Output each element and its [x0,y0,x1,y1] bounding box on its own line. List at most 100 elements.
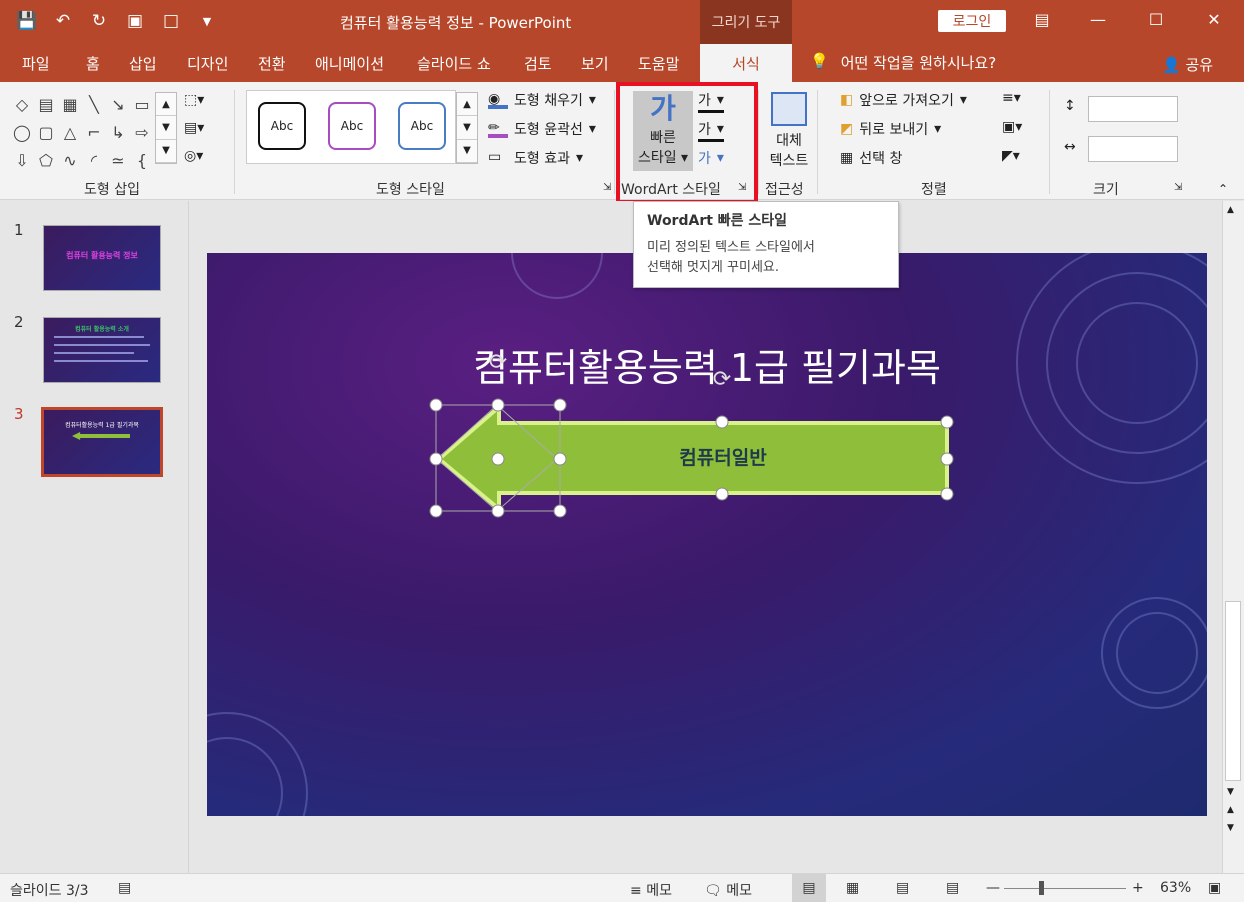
customize-qat-icon[interactable]: ▼ [196,10,218,32]
comments-button[interactable]: 🗨 메모 [704,880,752,900]
shape-width-input[interactable] [1088,136,1178,162]
zoom-level[interactable]: 63% [1160,880,1191,896]
shape-style-scroll[interactable]: ▲ ▼ ▼ [456,92,478,164]
presenter-icon[interactable]: ▣ [124,10,146,32]
tab-review[interactable]: 검토 [524,53,552,74]
close-icon[interactable]: ✕ [1202,10,1226,29]
triangle-shape-icon[interactable]: △ [58,120,82,144]
picture-icon [771,92,807,126]
rotate-icon[interactable]: ◤▾ [1002,148,1020,164]
divider [1049,90,1050,194]
edit-shape-icon[interactable]: ⬚▾ [184,92,204,108]
line-shape-icon[interactable]: ╲ [82,92,106,116]
arc-shape-icon[interactable]: ◜ [82,148,106,172]
normal-view-icon[interactable]: ▤ [792,874,826,902]
group-objects-icon[interactable]: ▣▾ [1002,119,1022,135]
text-box-icon[interactable]: ▤▾ [184,120,204,136]
slide-thumbnail-2[interactable]: 컴퓨터 활용능력 소개 [43,317,161,383]
arrow-shape-text[interactable]: 컴퓨터일반 [499,443,947,470]
zoom-slider[interactable] [1004,888,1126,889]
alt-text-label-2: 텍스트 [769,153,809,169]
vertical-textbox-icon[interactable]: ▦ [58,92,82,116]
curve-shape-icon[interactable]: ≃ [106,148,130,172]
tab-home[interactable]: 홈 [86,53,100,74]
undo-icon[interactable]: ↶ [52,10,74,32]
right-arrow-shape-icon[interactable]: ⇨ [130,120,154,144]
ribbon-display-icon[interactable]: ▤ [1030,10,1054,29]
tab-file[interactable]: 파일 [22,53,50,74]
freeform-icon[interactable]: ∿ [58,148,82,172]
slide-thumbnail-3-selected[interactable]: 컴퓨터활용능력 1급 필기과목 [41,407,163,477]
selection-pane-button[interactable]: ▦ 선택 창 [840,148,902,168]
textbox-shape-icon[interactable]: ▤ [34,92,58,116]
redo-icon[interactable]: ↻ [88,10,110,32]
dialog-launcher-icon[interactable]: ⇲ [603,182,611,193]
pentagon-shape-icon[interactable]: ⬠ [34,148,58,172]
arrow-line-icon[interactable]: ↘ [106,92,130,116]
tab-insert[interactable]: 삽입 [129,53,157,74]
merge-shapes-icon[interactable]: ◎▾ [184,148,203,164]
shape-height-input[interactable] [1088,96,1178,122]
spellcheck-icon[interactable]: ▤ [118,880,131,896]
shape-style-blue[interactable]: Abc [398,102,446,150]
slideshow-view-icon[interactable]: ▤ [946,880,959,896]
person-icon: 👤 [1162,56,1181,74]
next-slide-icon[interactable]: ▼ [1227,823,1234,833]
shape-fill-button[interactable]: ◉ 도형 채우기 ▾ [488,90,596,110]
previous-slide-icon[interactable]: ▲ [1227,805,1234,815]
up-icon[interactable]: ▲ [156,93,176,117]
down-icon[interactable]: ▼ [156,116,176,140]
tab-design[interactable]: 디자인 [187,53,228,74]
tab-slideshow[interactable]: 슬라이드 쇼 [417,53,491,74]
more-icon[interactable]: ▼ [457,140,477,163]
tab-animations[interactable]: 애니메이션 [315,53,384,74]
alt-text-button[interactable]: 대체 텍스트 [766,92,812,170]
shape-effects-button[interactable]: ▭ 도형 효과 ▾ [488,148,583,168]
shape-style-black[interactable]: Abc [258,102,306,150]
shape-style-purple[interactable]: Abc [328,102,376,150]
shape-gallery-scroll[interactable]: ▲ ▼ ▼ [155,92,177,164]
down-icon[interactable]: ▼ [457,116,477,140]
brace-shape-icon[interactable]: { [130,148,154,172]
collapse-ribbon-icon[interactable]: ⌃ [1218,182,1228,196]
vertical-scrollbar[interactable]: ▲ ▼ ▲ ▼ [1222,201,1244,873]
minimize-icon[interactable]: — [1086,10,1110,29]
elbow-arrow-icon[interactable]: ↳ [106,120,130,144]
fit-to-window-icon[interactable]: ▣ [1208,880,1221,896]
maximize-icon[interactable]: ☐ [1144,10,1168,29]
new-file-icon[interactable]: □ [160,10,182,32]
scroll-up-icon[interactable]: ▲ [1227,205,1234,215]
oval-shape-icon[interactable]: ◯ [10,120,34,144]
up-icon[interactable]: ▲ [457,93,477,117]
paint-bucket-icon: ◉ [488,91,508,109]
login-button[interactable]: 로그인 [938,10,1006,32]
send-backward-button[interactable]: ◩ 뒤로 보내기 ▾ [840,119,941,139]
rounded-rect-icon[interactable]: ▢ [34,120,58,144]
tab-format[interactable]: 서식 [700,44,792,82]
tab-transitions[interactable]: 전환 [258,53,286,74]
align-icon[interactable]: ≡▾ [1002,90,1021,106]
dialog-launcher-icon[interactable]: ⇲ [1174,182,1182,193]
shape-outline-button[interactable]: ✏ 도형 윤곽선 ▾ [488,119,596,139]
slide-sorter-icon[interactable]: ▦ [846,880,859,896]
reading-view-icon[interactable]: ▤ [896,880,909,896]
down-arrow-shape-icon[interactable]: ⇩ [10,148,34,172]
scroll-thumb[interactable] [1225,601,1241,781]
save-icon[interactable]: 💾 [16,10,38,32]
share-button[interactable]: 👤 공유 [1162,54,1213,75]
bring-forward-button[interactable]: ◧ 앞으로 가져오기 ▾ [840,90,967,110]
elbow-connector-icon[interactable]: ⌐ [82,120,106,144]
tab-help[interactable]: 도움말 [638,53,679,74]
notes-button[interactable]: ≡ 메모 [630,880,672,900]
zoom-slider-thumb[interactable] [1039,881,1044,895]
more-icon[interactable]: ▼ [156,140,176,163]
tell-me-search[interactable]: 💡 어떤 작업을 원하시나요? [810,52,996,73]
zoom-in-icon[interactable]: + [1132,880,1144,896]
tab-view[interactable]: 보기 [581,53,609,74]
scroll-down-icon[interactable]: ▼ [1227,787,1234,797]
share-label: 공유 [1185,56,1214,74]
zoom-out-icon[interactable]: — [986,880,1000,896]
rectangle-shape-icon[interactable]: ▭ [130,92,154,116]
diamond-shape-icon[interactable]: ◇ [10,92,34,116]
slide-thumbnail-1[interactable]: 컴퓨터 활용능력 정보 [43,225,161,291]
